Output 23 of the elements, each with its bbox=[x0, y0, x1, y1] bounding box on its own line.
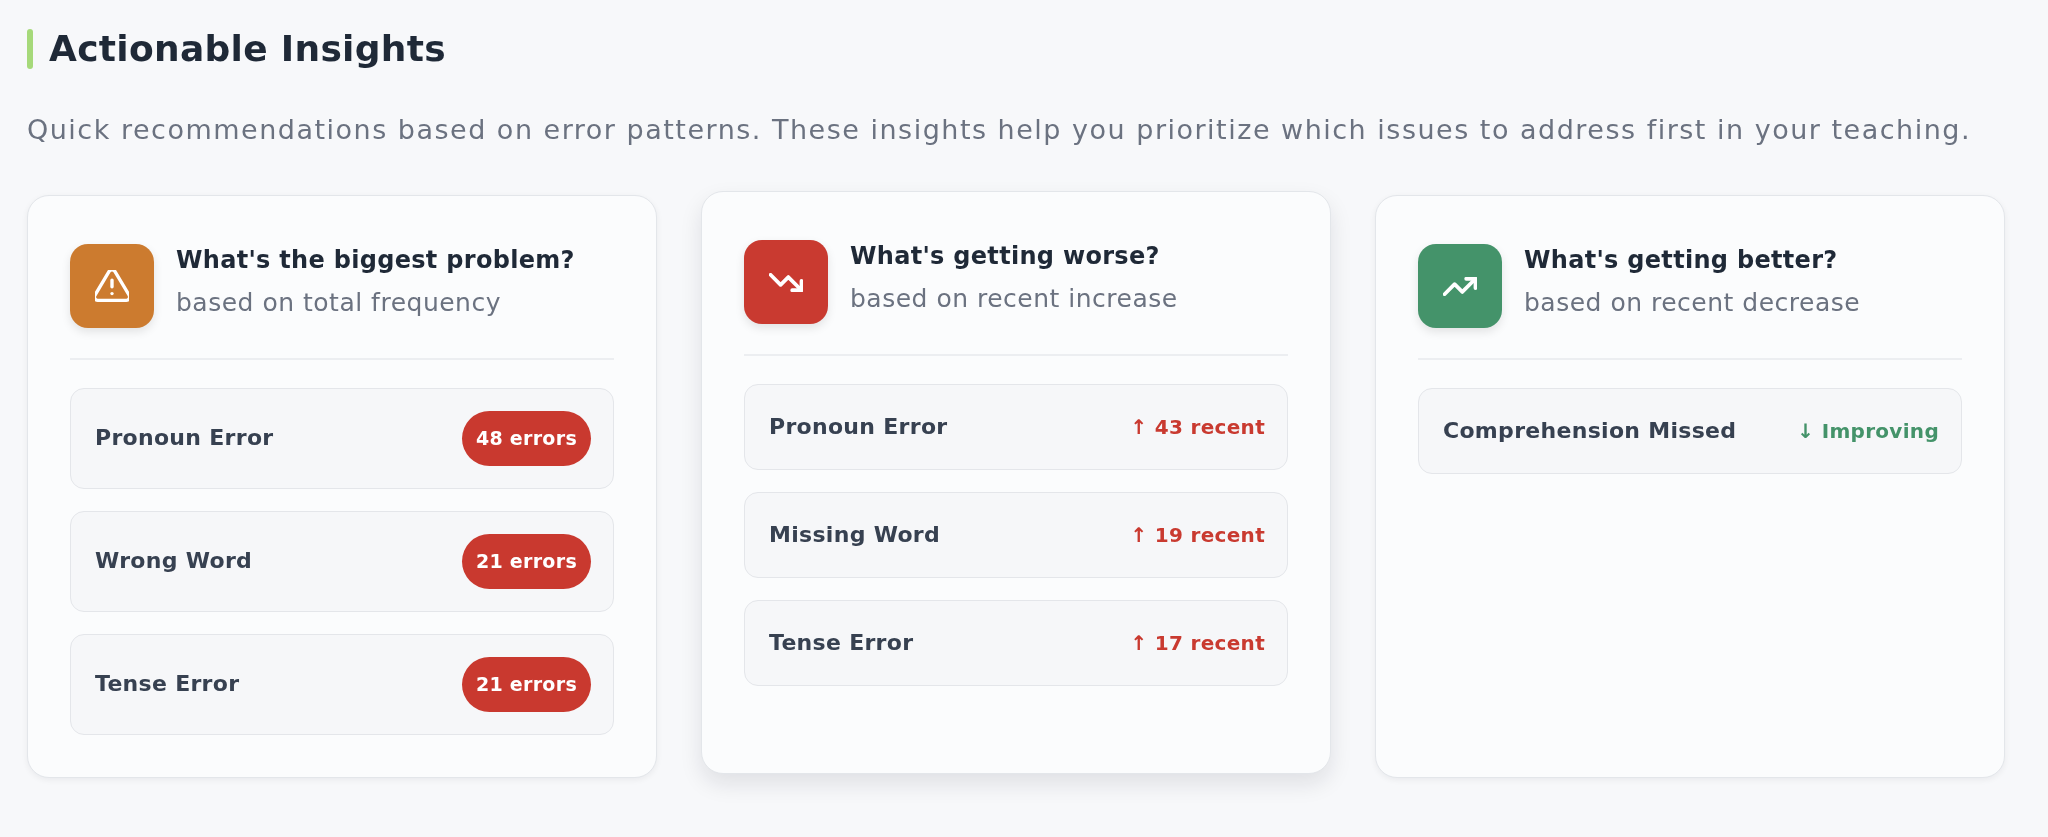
trend-label: ↑ 19 recent bbox=[1130, 521, 1265, 549]
trend-label: ↑ 17 recent bbox=[1130, 629, 1265, 657]
card-subtitle: based on recent decrease bbox=[1524, 287, 1861, 319]
error-type-label: Comprehension Missed bbox=[1443, 416, 1737, 445]
trend-label: ↓ Improving bbox=[1797, 417, 1939, 445]
section-title: Actionable Insights bbox=[49, 29, 446, 69]
error-type-label: Tense Error bbox=[769, 628, 914, 657]
error-count-badge: 21 errors bbox=[461, 533, 591, 589]
card-title: What's getting worse? bbox=[850, 241, 1161, 272]
error-type-label: Pronoun Error bbox=[769, 412, 948, 441]
card-title: What's getting better? bbox=[1524, 245, 1839, 276]
error-type-label: Tense Error bbox=[95, 670, 240, 698]
card-subtitle: based on recent increase bbox=[850, 283, 1178, 315]
error-type-label: Wrong Word bbox=[95, 547, 253, 575]
card-subtitle: based on total frequency bbox=[176, 287, 502, 319]
accent-bar bbox=[27, 29, 33, 69]
error-type-label: Pronoun Error bbox=[95, 424, 274, 452]
error-count-badge: 48 errors bbox=[461, 410, 591, 466]
error-type-label: Missing Word bbox=[769, 520, 941, 549]
section-description: Quick recommendations based on error patterns. These insights help you prioritize which issues to address first in your teaching. bbox=[27, 113, 1973, 147]
trend-label: ↑ 43 recent bbox=[1130, 413, 1265, 441]
error-count-badge: 21 errors bbox=[461, 656, 591, 712]
card-title: What's the biggest problem? bbox=[176, 245, 575, 276]
